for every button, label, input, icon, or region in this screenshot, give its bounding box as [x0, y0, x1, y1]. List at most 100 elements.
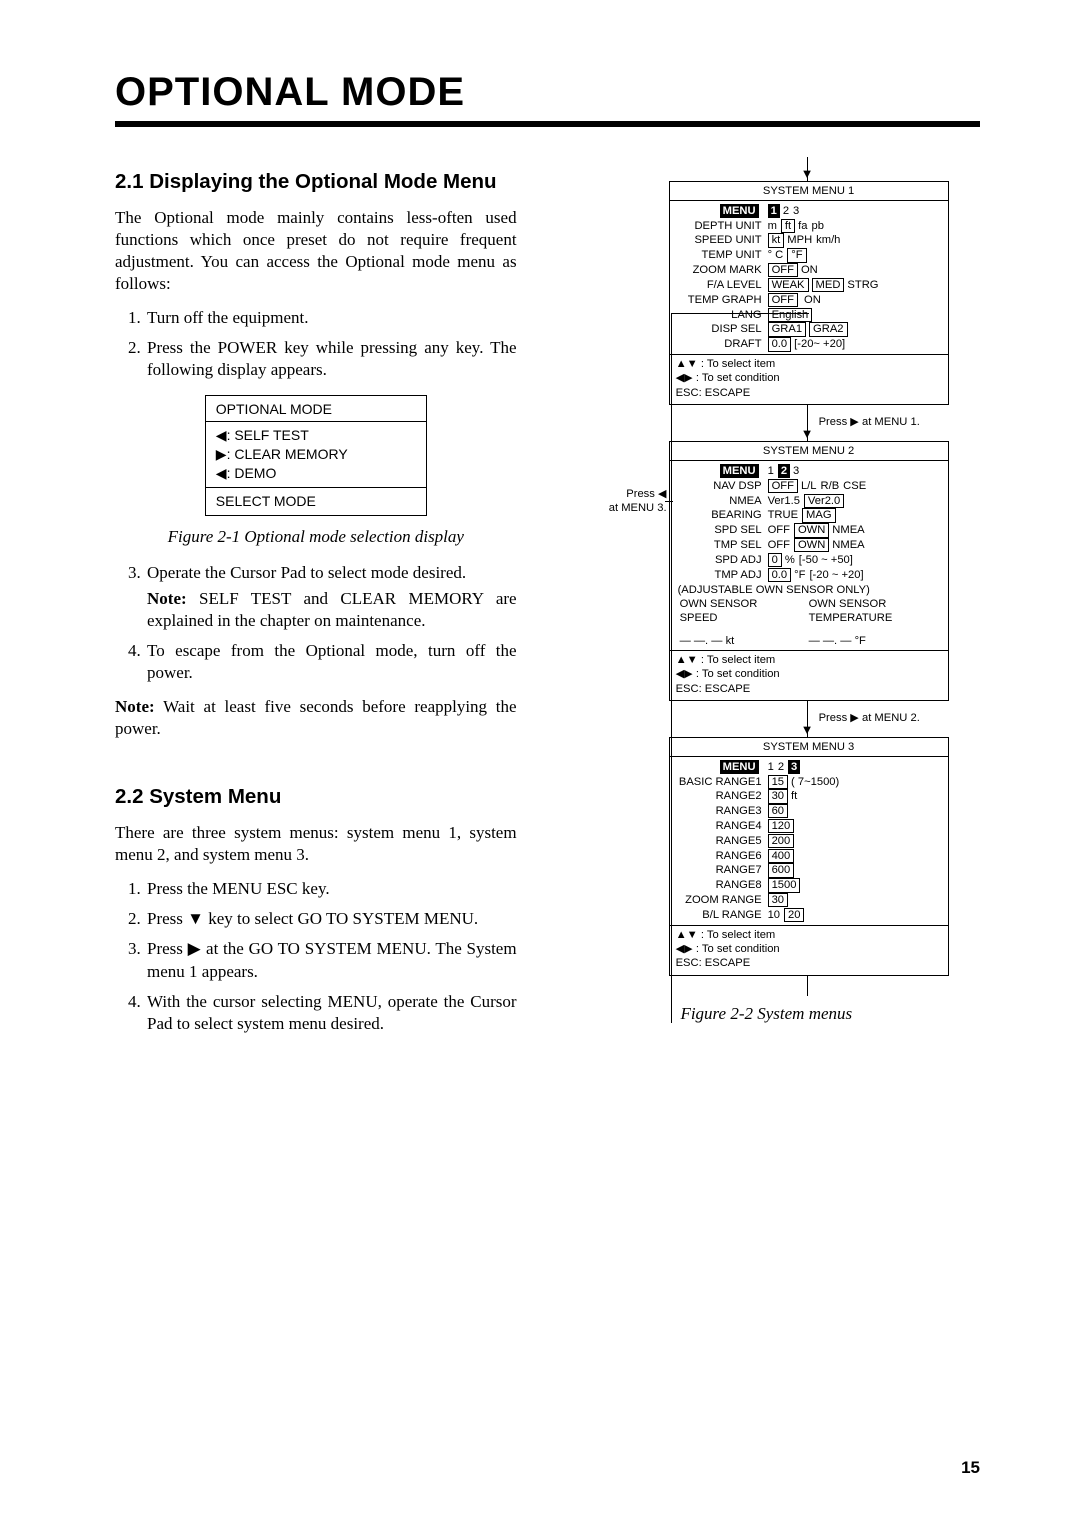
system-menu-3: SYSTEM MENU 3 MENU123BASIC RANGE115( 7~1…: [669, 737, 949, 976]
step-2-2-3: Press ▶ at the GO TO SYSTEM MENU. The Sy…: [145, 938, 517, 982]
sm2-adjustable-note: (ADJUSTABLE OWN SENSOR ONLY): [678, 583, 944, 597]
menu-row-label: BASIC RANGE1: [674, 775, 768, 789]
menu-footer: ▲▼ : To select item ◀▶ : To set conditio…: [670, 650, 948, 700]
menu-value: NMEA: [832, 539, 864, 551]
menu-row: SPD ADJ0%[-50 ~ +50]: [674, 553, 944, 567]
menu-row: TMP SELOFFOWNNMEA: [674, 538, 944, 552]
menu-value: ON: [801, 264, 818, 276]
right-arrow-icon: ▶: [216, 446, 227, 462]
menu-value: OFF: [768, 524, 790, 536]
menu-value: 30: [768, 789, 788, 803]
menu-row-values: OFFOWNNMEA: [768, 523, 944, 537]
menu-value: OFF: [768, 479, 798, 493]
menu-value: ON: [801, 294, 821, 306]
menu-row: MENU123: [674, 464, 944, 478]
menu-row-values: ° C°F: [768, 248, 944, 262]
system-menu-1-body: MENU123DEPTH UNITmftfapbSPEED UNITktMPHk…: [670, 200, 948, 354]
menu-value: OFF: [768, 539, 790, 551]
section-2-1-heading: 2.1 Displaying the Optional Mode Menu: [115, 169, 517, 195]
menu-row-values: 123: [768, 760, 944, 774]
menu-value: MPH: [787, 234, 812, 246]
menu-row-values: 123: [768, 204, 944, 218]
menu-value: 1: [768, 465, 774, 477]
section-2-2-heading: 2.2 System Menu: [115, 784, 517, 810]
menu-value: 200: [768, 834, 795, 848]
menu-row-label: DISP SEL: [674, 322, 768, 336]
menu-row-label: B/L RANGE: [674, 908, 768, 922]
down-arrow-icon: ▼: [801, 426, 814, 443]
menu-footer: ▲▼ : To select item ◀▶ : To set conditio…: [670, 354, 948, 404]
updown-arrow-icon: ▲▼: [676, 654, 698, 666]
menu-row: SPD SELOFFOWNNMEA: [674, 523, 944, 537]
menu-row-values: 120: [768, 819, 944, 833]
menu-value: MED: [812, 278, 845, 292]
menu-value: Ver1.5: [768, 495, 800, 507]
menu-row: MENU123: [674, 204, 944, 218]
menu-footer: ▲▼ : To select item ◀▶ : To set conditio…: [670, 925, 948, 975]
right-arrow-icon: ▶: [188, 939, 202, 958]
step-2-2-2: Press ▼ key to select GO TO SYSTEM MENU.: [145, 908, 517, 930]
menu-value: 3: [793, 465, 799, 477]
menu-row-label: RANGE3: [674, 804, 768, 818]
menu-row: LANGEnglish: [674, 308, 944, 322]
menu-value: STRG: [847, 279, 878, 291]
step-2-2-4: With the cursor selecting MENU, operate …: [145, 991, 517, 1035]
menu-row-label: RANGE5: [674, 834, 768, 848]
menu-row: TMP ADJ0.0°F[-20 ~ +20]: [674, 568, 944, 582]
step-2-1-2: Press the POWER key while pressing any k…: [145, 337, 517, 381]
menu-value: [-20~ +20]: [794, 338, 845, 350]
menu-value: 10: [768, 909, 780, 921]
optional-mode-body: ◀: SELF TEST ▶: CLEAR MEMORY ◀: DEMO: [206, 421, 426, 488]
system-menu-2-body: MENU123NAV DSPOFFL/LR/BCSENMEAVer1.5Ver2…: [670, 460, 948, 649]
figure-2-2: Press ◀ at MENU 3. ▼ SYSTEM MENU 1 MENU1…: [553, 157, 979, 996]
menu-row-label: MENU: [674, 204, 768, 218]
menu-row-values: 200: [768, 834, 944, 848]
chapter-rule: [115, 121, 980, 127]
menu-value: ft: [781, 219, 795, 233]
menu-row-values: 30ft: [768, 789, 944, 803]
system-menu-2-title: SYSTEM MENU 2: [670, 442, 948, 460]
system-menu-1: SYSTEM MENU 1 MENU123DEPTH UNITmftfapbSP…: [669, 181, 949, 405]
section-2-1-steps-cont: Operate the Cursor Pad to select mode de…: [115, 562, 517, 684]
sm2-temp-label: TEMPERATURE: [809, 611, 938, 625]
menu-row-values: 15( 7~1500): [768, 775, 944, 789]
menu-row: RANGE4120: [674, 819, 944, 833]
menu-value: 30: [768, 893, 788, 907]
connector-label-1: Press ▶ at MENU 1.: [819, 415, 920, 429]
menu-value: OFF: [768, 263, 798, 277]
side-note-menu3: Press ◀ at MENU 3.: [547, 487, 667, 515]
menu-value: CSE: [843, 480, 866, 492]
figure-2-1-caption: Figure 2-1 Optional mode selection displ…: [115, 526, 517, 548]
menu-row-label: SPD SEL: [674, 523, 768, 537]
menu-row-values: 0.0[-20~ +20]: [768, 337, 944, 351]
menu-row: RANGE7600: [674, 863, 944, 877]
menu-row: DISP SELGRA1GRA2: [674, 322, 944, 336]
menu-row: RANGE5200: [674, 834, 944, 848]
menu-row-label: TEMP GRAPH: [674, 293, 768, 307]
menu-row-label: RANGE7: [674, 863, 768, 877]
menu-value: 0.0: [768, 337, 792, 351]
menu-row-label: F/A LEVEL: [674, 278, 768, 292]
menu-row: F/A LEVELWEAKMEDSTRG: [674, 278, 944, 292]
menu-value: English: [768, 308, 813, 322]
page-number: 15: [961, 1458, 980, 1478]
right-column: Press ◀ at MENU 3. ▼ SYSTEM MENU 1 MENU1…: [553, 157, 980, 1047]
menu-value: 2: [778, 464, 790, 478]
menu-row: RANGE81500: [674, 878, 944, 892]
menu-value: ° C: [768, 249, 784, 261]
menu-row-values: Ver1.5 Ver2.0: [768, 494, 944, 508]
menu-row: RANGE360: [674, 804, 944, 818]
menu-value: m: [768, 220, 777, 232]
menu-value: [-20 ~ +20]: [809, 569, 863, 581]
menu-row: NMEAVer1.5Ver2.0: [674, 494, 944, 508]
menu-row-label: DRAFT: [674, 337, 768, 351]
menu-row-values: OFFL/LR/BCSE: [768, 479, 944, 493]
section-2-2-intro: There are three system menus: system men…: [115, 822, 517, 866]
menu-row-values: ktMPHkm/h: [768, 233, 944, 247]
menu-value: Ver2.0: [804, 494, 844, 508]
menu-row-values: 1500: [768, 878, 944, 892]
menu-value: 15: [768, 775, 788, 789]
menu-row: ZOOM MARKOFFON: [674, 263, 944, 277]
menu-value: GRA2: [809, 322, 847, 336]
menu-row-label: RANGE2: [674, 789, 768, 803]
